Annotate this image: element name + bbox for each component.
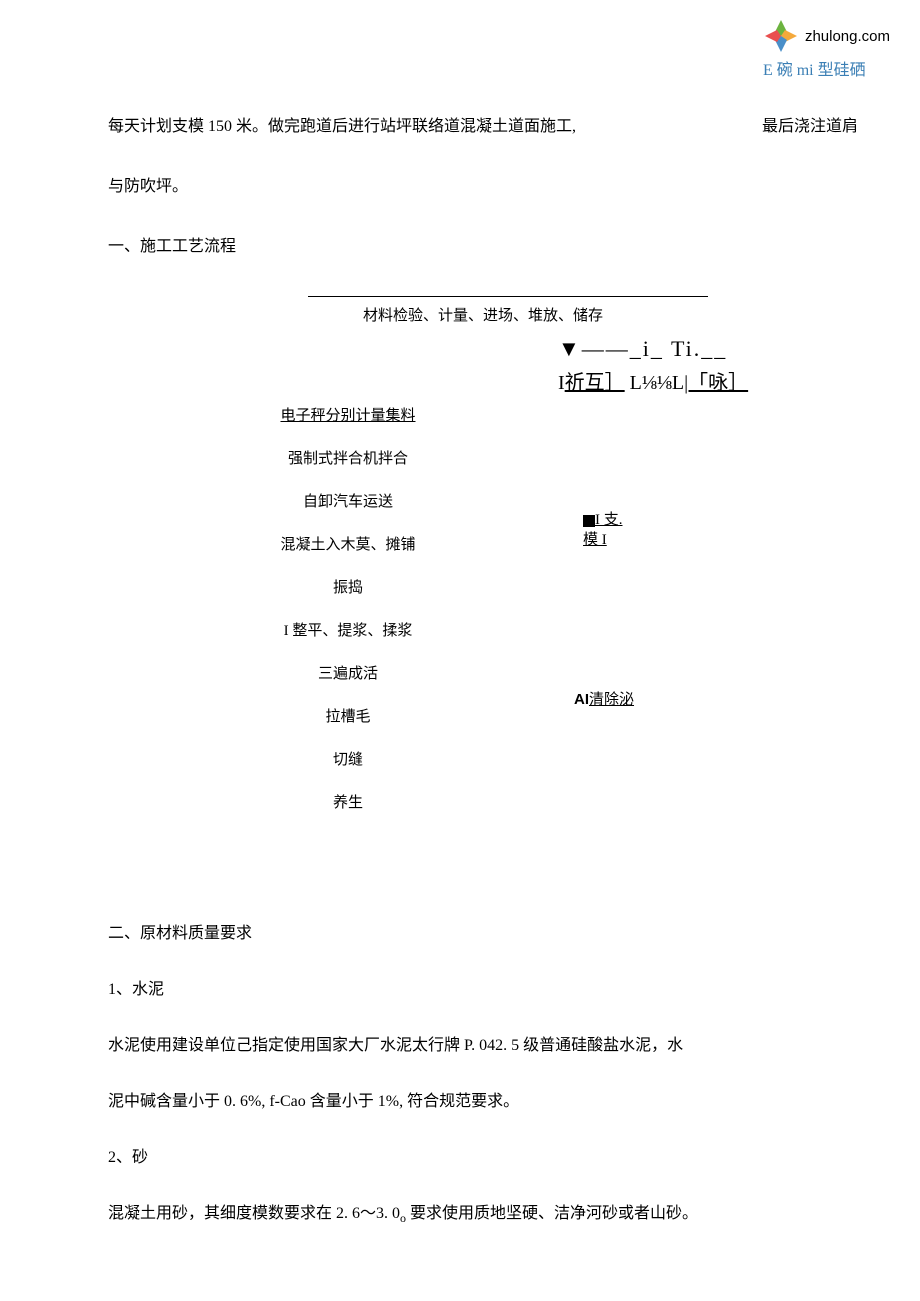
flow-side1-line1: I 支. [583,508,623,529]
flow-step-6: 三遍成活 [108,662,588,683]
tagline-rest: 型硅硒 [814,62,866,79]
flow-top-text: 材料检验、计量、进场、堆放、储存 [108,304,858,325]
flow-top-line [308,296,708,297]
item2-p1-a: 混凝土用砂，其细度模数要求在 2. 6～3. 0 [108,1205,400,1222]
flow-side1-text: I 支. [595,512,623,528]
tagline-mi: mi [797,62,814,79]
tagline-bowl: 碗 [773,62,797,79]
flow-step-8: 切缝 [108,748,588,769]
flow-step-0: 电子秤分别计量集料 [108,404,588,425]
watermark-tagline: E 碗 mi 型硅硒 [763,56,866,80]
flow-step-9: 养生 [108,791,588,812]
watermark-site: zhulong.com [805,28,890,45]
flow-step-4: 振捣 [108,576,588,597]
item1-title: 1、水泥 [108,962,858,1018]
flow-side2: AI清除泌 [574,688,634,709]
item1-p1: 水泥使用建设单位己指定使用国家大厂水泥太行牌 P. 042. 5 级普通硅酸盐水… [108,1018,858,1074]
sym-b: 祈互］ [565,372,625,394]
sym-c: L⅛⅛L [630,372,684,394]
intro-line1: 每天计划支模 150 米。做完跑道后进行站坪联络道混凝土道面施工, [108,112,858,142]
flow-side2-b: 清除泌 [589,691,634,708]
section1-title: 一、施工工艺流程 [108,232,858,256]
sym-a: I [558,372,565,394]
flow-step-3: 混凝土入木莫、摊铺 [108,533,588,554]
intro-line2: 与防吹坪。 [108,172,858,202]
flow-steps: 电子秤分别计量集料 强制式拌合机拌合 自卸汽车运送 混凝土入木莫、摊铺 振捣 I… [108,404,858,834]
section2: 二、原材料质量要求 1、水泥 水泥使用建设单位己指定使用国家大厂水泥太行牌 P.… [108,906,858,1246]
zhulong-logo-icon [763,18,799,54]
flow-chart: 材料检验、计量、进场、堆放、储存 ▼——_i_ Ti.__ I祈互］ L⅛⅛L|… [108,296,858,886]
flow-step-2: 自卸汽车运送 [108,490,588,511]
item2-p1-b: 要求使用质地坚硬、洁净河砂或者山砂。 [406,1205,698,1222]
flow-side2-a: AI [574,691,589,708]
flow-symbols-line1: ▼——_i_ Ti.__ [558,336,868,362]
sym-d: |「咏］ [684,372,748,394]
tagline-e: E [763,62,773,79]
black-square-icon [583,515,595,527]
flow-step-1: 强制式拌合机拌合 [108,447,588,468]
item1-p2: 泥中碱含量小于 0. 6%, f-Cao 含量小于 1%, 符合规范要求。 [108,1074,858,1130]
intro-line1-right: 最后浇注道肩 [762,112,858,136]
flow-step-7: 拉槽毛 [108,705,588,726]
watermark-top-row: zhulong.com [763,18,890,54]
flow-step-5: I 整平、提浆、揉浆 [108,619,588,640]
watermark: zhulong.com E 碗 mi 型硅硒 [763,18,890,80]
item2-title: 2、砂 [108,1130,858,1186]
flow-symbols-line2: I祈互］ L⅛⅛L|「咏］ [558,366,868,395]
item2-p1: 混凝土用砂，其细度模数要求在 2. 6～3. 0o 要求使用质地坚硬、洁净河砂或… [108,1186,858,1246]
document-content: 每天计划支模 150 米。做完跑道后进行站坪联络道混凝土道面施工, 最后浇注道肩… [108,112,858,1246]
flow-side1-line2: 模 I [583,528,607,549]
flow-symbols: ▼——_i_ Ti.__ I祈互］ L⅛⅛L|「咏］ [558,336,868,395]
section2-title: 二、原材料质量要求 [108,906,858,962]
